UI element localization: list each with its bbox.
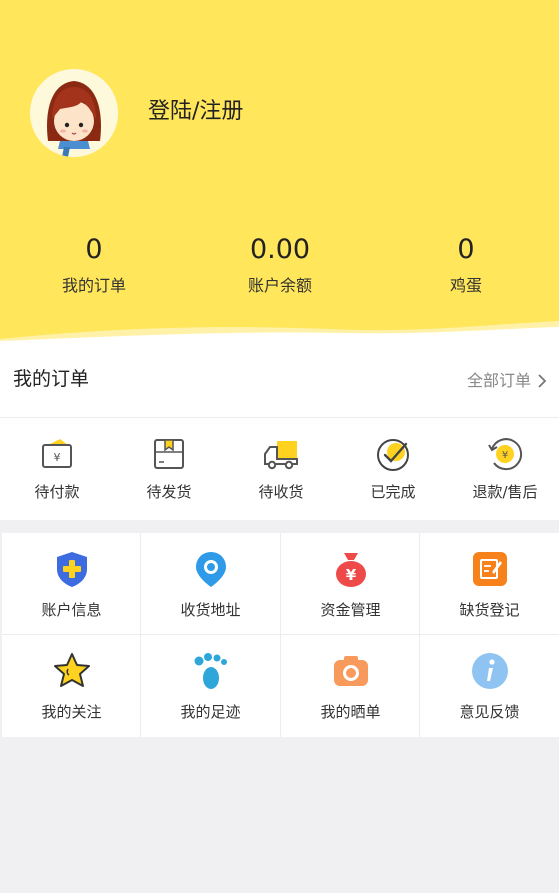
info-icon	[471, 653, 508, 689]
service-label: 意见反馈	[459, 703, 520, 721]
service-address[interactable]: 收货地址	[141, 533, 280, 634]
service-out-of-stock[interactable]: 缺货登记	[420, 533, 559, 634]
service-label: 我的关注	[41, 703, 102, 721]
avatar-girl-icon	[30, 69, 118, 157]
service-account-info[interactable]: 账户信息	[2, 533, 141, 634]
service-label: 收货地址	[180, 601, 241, 619]
chevron-right-icon	[538, 374, 547, 388]
divider	[0, 417, 559, 418]
service-reviews[interactable]: 我的晒单	[281, 635, 420, 736]
location-pin-icon	[195, 552, 226, 587]
section-title: 我的订单	[13, 368, 90, 390]
order-section: 我的订单 全部订单 ¥ 待付款 待发货 待收货 已完成 ¥ 退款/售后	[0, 345, 559, 520]
stat-value: 0	[457, 234, 475, 265]
stat-my-orders[interactable]: 0 我的订单	[1, 232, 187, 298]
login-register-link[interactable]: 登陆/注册	[148, 96, 243, 128]
check-circle-icon	[377, 439, 409, 471]
service-label: 资金管理	[320, 601, 381, 619]
stat-label: 鸡蛋	[449, 276, 482, 295]
order-pending-payment[interactable]: ¥ 待付款	[1, 435, 113, 503]
profile-header: 登陆/注册 0 我的订单 0.00 账户余额 0 鸡蛋	[0, 0, 559, 345]
services-grid: 账户信息 收货地址 ¥ 资金管理 缺货登记 我的关注 我的足迹 我的晒单 意见反…	[2, 533, 559, 737]
service-label: 我的足迹	[180, 703, 241, 721]
all-orders-link[interactable]: 全部订单	[467, 369, 547, 393]
order-item-label: 退款/售后	[472, 483, 538, 501]
refund-icon: ¥	[488, 438, 523, 471]
order-completed[interactable]: 已完成	[337, 435, 449, 503]
edit-note-icon	[472, 552, 507, 586]
service-label: 账户信息	[41, 601, 102, 619]
stat-eggs[interactable]: 0 鸡蛋	[373, 232, 559, 298]
truck-icon	[264, 441, 298, 470]
order-pending-receipt[interactable]: 待收货	[225, 435, 337, 503]
avatar[interactable]	[30, 69, 118, 157]
footprint-icon	[194, 653, 227, 689]
order-pending-shipment[interactable]: 待发货	[113, 435, 225, 503]
stat-balance[interactable]: 0.00 账户余额	[187, 232, 373, 298]
header-wave	[0, 321, 559, 345]
service-label: 我的晒单	[320, 703, 381, 721]
stat-value: 0.00	[249, 234, 311, 265]
stat-label: 账户余额	[247, 276, 312, 295]
svg-text:¥: ¥	[502, 450, 508, 461]
wallet-icon: ¥	[42, 439, 72, 468]
service-label: 缺货登记	[459, 601, 520, 619]
service-footprint[interactable]: 我的足迹	[141, 635, 280, 736]
shield-plus-icon	[56, 552, 87, 587]
money-bag-icon: ¥	[335, 553, 366, 587]
service-favorites[interactable]: 我的关注	[2, 635, 141, 736]
service-feedback[interactable]: 意见反馈	[420, 635, 559, 736]
stat-label: 我的订单	[61, 276, 126, 295]
order-refund[interactable]: ¥ 退款/售后	[449, 435, 559, 503]
order-item-label: 待收货	[258, 483, 304, 501]
svg-text:¥: ¥	[54, 451, 61, 464]
star-icon	[53, 653, 90, 687]
camera-icon	[333, 656, 368, 686]
order-item-label: 待发货	[146, 483, 192, 501]
all-orders-label: 全部订单	[466, 371, 531, 390]
stat-value: 0	[85, 234, 103, 265]
order-item-label: 待付款	[34, 483, 80, 501]
svg-text:¥: ¥	[345, 566, 356, 584]
package-icon	[154, 439, 184, 469]
order-item-label: 已完成	[370, 483, 416, 501]
service-funds[interactable]: ¥ 资金管理	[281, 533, 420, 634]
